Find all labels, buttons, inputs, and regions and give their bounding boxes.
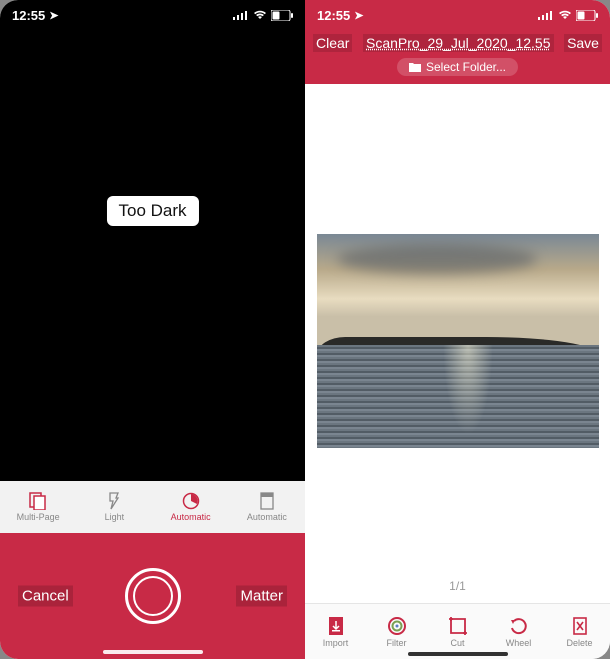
shutter-button[interactable] bbox=[125, 568, 181, 624]
toolbar-light[interactable]: Light bbox=[76, 481, 152, 533]
cut-icon bbox=[447, 616, 469, 636]
tool-delete[interactable]: Delete bbox=[549, 604, 610, 659]
exposure-warning: Too Dark bbox=[106, 196, 198, 226]
page-indicator: 1/1 bbox=[449, 579, 466, 593]
tool-cut[interactable]: Cut bbox=[427, 604, 488, 659]
shutter-inner bbox=[133, 576, 173, 616]
status-time: 12:55 bbox=[317, 8, 350, 23]
camera-viewport: Too Dark bbox=[0, 30, 305, 481]
document-title[interactable]: ScanPro_29_Jul_2020_12.55 bbox=[363, 34, 554, 52]
signal-icon bbox=[538, 10, 554, 20]
status-bar: 12:55 ➤ bbox=[305, 0, 610, 30]
save-button[interactable]: Save bbox=[564, 34, 602, 52]
status-right-icons bbox=[233, 10, 293, 21]
toolbar-label: Multi-Page bbox=[17, 512, 60, 522]
tool-label: Delete bbox=[566, 638, 592, 648]
page-icon bbox=[256, 492, 278, 510]
tool-filter[interactable]: Filter bbox=[366, 604, 427, 659]
camera-toolbar: Multi-Page Light Automatic Automatic bbox=[0, 481, 305, 533]
matter-button[interactable]: Matter bbox=[236, 586, 287, 607]
tool-label: Import bbox=[323, 638, 349, 648]
scanned-photo[interactable] bbox=[317, 234, 599, 448]
home-indicator[interactable] bbox=[103, 650, 203, 654]
edit-screen: 12:55 ➤ Clear ScanPro_29_Jul_2020_12.55 … bbox=[305, 0, 610, 659]
signal-icon bbox=[233, 10, 249, 20]
toolbar-label: Light bbox=[105, 512, 125, 522]
content-area: 1/1 bbox=[305, 84, 610, 603]
toolbar-automatic-2[interactable]: Automatic bbox=[229, 481, 305, 533]
edit-header: Clear ScanPro_29_Jul_2020_12.55 Save Sel… bbox=[305, 30, 610, 84]
clear-button[interactable]: Clear bbox=[313, 34, 352, 52]
import-icon bbox=[325, 616, 347, 636]
toolbar-label: Automatic bbox=[171, 512, 211, 522]
tool-label: Cut bbox=[450, 638, 464, 648]
auto-icon bbox=[180, 492, 202, 510]
camera-screen: 12:55 ➤ Too Dark Multi-Page bbox=[0, 0, 305, 659]
toolbar-multipage[interactable]: Multi-Page bbox=[0, 481, 76, 533]
tool-import[interactable]: Import bbox=[305, 604, 366, 659]
status-right-icons bbox=[538, 10, 598, 21]
toolbar-label: Automatic bbox=[247, 512, 287, 522]
wifi-icon bbox=[558, 10, 572, 20]
cancel-button[interactable]: Cancel bbox=[18, 586, 73, 607]
capture-bar: Cancel Matter bbox=[0, 533, 305, 659]
status-bar: 12:55 ➤ bbox=[0, 0, 305, 30]
edit-tools: Import Filter Cut Wheel bbox=[305, 603, 610, 659]
delete-icon bbox=[569, 616, 591, 636]
battery-icon bbox=[271, 10, 293, 21]
location-icon: ➤ bbox=[49, 9, 58, 22]
filter-icon bbox=[386, 616, 408, 636]
toolbar-automatic[interactable]: Automatic bbox=[153, 481, 229, 533]
status-time: 12:55 bbox=[12, 8, 45, 23]
location-icon: ➤ bbox=[354, 9, 363, 22]
battery-icon bbox=[576, 10, 598, 21]
folder-icon bbox=[409, 62, 421, 72]
home-indicator[interactable] bbox=[408, 652, 508, 656]
wifi-icon bbox=[253, 10, 267, 20]
select-folder-button[interactable]: Select Folder... bbox=[397, 58, 518, 76]
tool-label: Filter bbox=[387, 638, 407, 648]
undo-icon bbox=[508, 616, 530, 636]
tool-label: Wheel bbox=[506, 638, 532, 648]
flash-icon bbox=[103, 492, 125, 510]
select-folder-label: Select Folder... bbox=[426, 60, 506, 74]
multipage-icon bbox=[27, 492, 49, 510]
tool-wheel[interactable]: Wheel bbox=[488, 604, 549, 659]
